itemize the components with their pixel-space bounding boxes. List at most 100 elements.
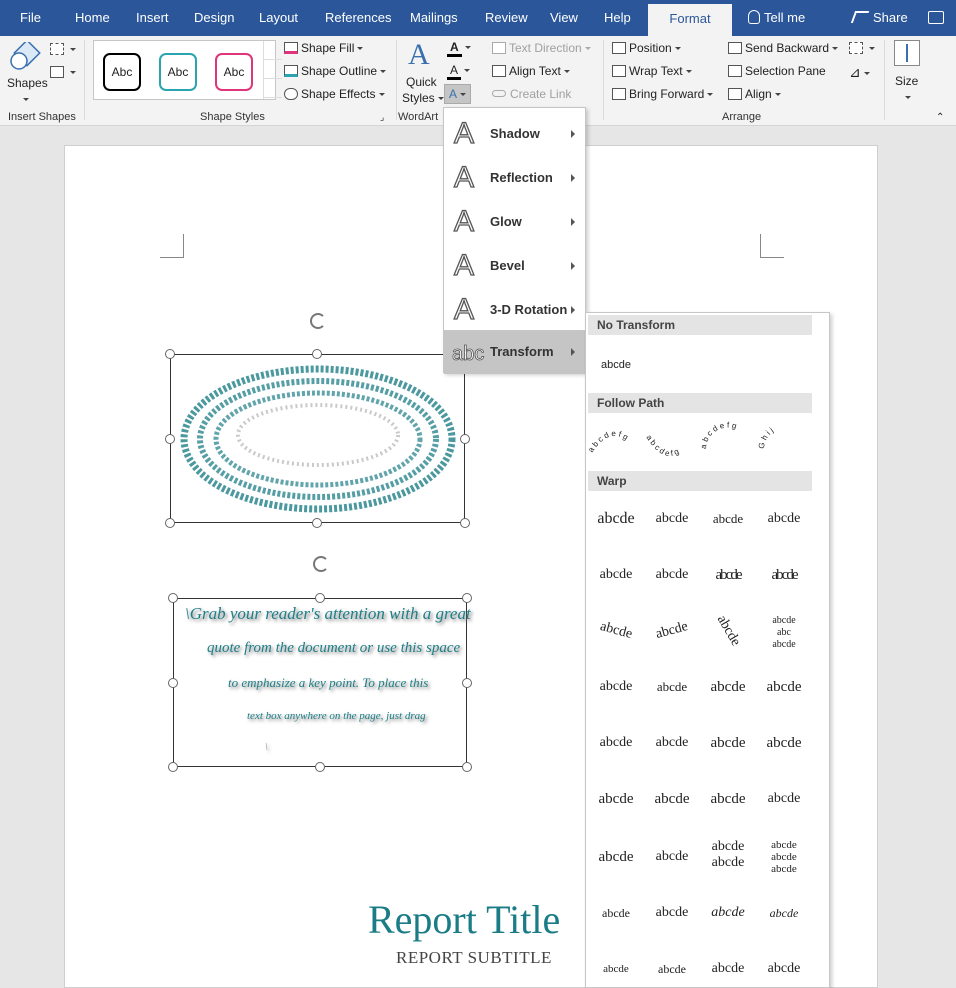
align-text-button[interactable]: Align Text (492, 64, 570, 78)
quick-label[interactable]: Quick (406, 75, 437, 89)
warp-option[interactable]: abcde (697, 597, 760, 665)
shape-style-1[interactable]: Abc (103, 53, 141, 91)
effects-reflection-item[interactable]: A Reflection (444, 156, 585, 200)
warp-option[interactable]: abcde (644, 555, 700, 595)
tab-design[interactable]: Design (194, 0, 234, 36)
warp-option[interactable]: abcde (700, 499, 756, 539)
follow-path-circle[interactable]: a b c d e f g (699, 420, 738, 449)
warp-option-stacked[interactable]: abcde abcde (700, 835, 756, 875)
tell-me-search[interactable]: Tell me (748, 0, 805, 36)
follow-path-arch-down[interactable]: a b c d e f g (644, 433, 680, 458)
quick-styles-icon[interactable]: A (408, 38, 430, 72)
tab-mailings[interactable]: Mailings (410, 0, 458, 36)
effects-3d-rotation-item[interactable]: A 3-D Rotation (444, 288, 585, 332)
warp-option[interactable]: abcde (588, 667, 644, 707)
warp-option[interactable]: abcde (644, 837, 700, 877)
gallery-scroll-down[interactable] (264, 60, 282, 79)
resize-handle[interactable] (460, 518, 470, 528)
shape-style-2[interactable]: Abc (159, 53, 197, 91)
warp-option[interactable]: abcde (756, 723, 812, 763)
warp-option[interactable]: abcde (588, 499, 644, 539)
resize-handle[interactable] (462, 762, 472, 772)
gallery-more[interactable] (264, 79, 282, 98)
warp-option[interactable]: abcde (640, 604, 704, 657)
resize-handle[interactable] (165, 349, 175, 359)
report-title[interactable]: Report Title (368, 896, 560, 943)
resize-handle[interactable] (312, 518, 322, 528)
shapes-label[interactable]: Shapes (7, 76, 48, 90)
warp-option[interactable]: abcde (756, 949, 812, 987)
warp-option[interactable]: abcde (644, 893, 700, 933)
tab-home[interactable]: Home (75, 0, 110, 36)
size-icon[interactable] (894, 40, 920, 66)
warp-option[interactable]: abcde (588, 949, 644, 987)
shapes-icon[interactable] (8, 42, 42, 72)
shape-style-3[interactable]: Abc (215, 53, 253, 91)
warp-option[interactable]: abcde (588, 723, 644, 763)
warp-option[interactable]: abcde (644, 779, 700, 819)
follow-path-button[interactable]: G h i j (757, 425, 775, 449)
resize-handle[interactable] (165, 434, 175, 444)
collapse-ribbon-icon[interactable]: ⌃ (936, 112, 944, 123)
warp-option[interactable]: abcde (588, 837, 644, 877)
text-outline-button[interactable]: A (447, 63, 471, 80)
rotate-handle[interactable] (310, 313, 326, 329)
warp-option[interactable]: abcde (756, 667, 812, 707)
create-link-button[interactable]: Create Link (492, 87, 571, 101)
warp-option[interactable]: abcde (644, 667, 700, 707)
resize-handle[interactable] (462, 678, 472, 688)
group-objects-button[interactable] (849, 41, 875, 55)
align-button[interactable]: Align (728, 87, 781, 101)
shapes-dropdown[interactable] (20, 92, 29, 106)
resize-handle[interactable] (312, 349, 322, 359)
tab-layout[interactable]: Layout (259, 0, 298, 36)
resize-handle[interactable] (315, 593, 325, 603)
warp-option[interactable]: abcde (756, 893, 812, 933)
rotate-button[interactable]: ⊿ (849, 64, 870, 81)
effects-transform-item[interactable]: abc Transform (444, 330, 585, 374)
text-fill-button[interactable]: A (447, 40, 471, 57)
send-backward-button[interactable]: Send Backward (728, 41, 839, 55)
tab-review[interactable]: Review (485, 0, 528, 36)
no-transform-option[interactable]: abcde (588, 345, 644, 385)
text-effects-button[interactable]: A (444, 84, 472, 104)
shape-outline-button[interactable]: Shape Outline (284, 64, 387, 78)
resize-handle[interactable] (460, 434, 470, 444)
effects-shadow-item[interactable]: A Shadow (444, 112, 585, 156)
text-box-icon[interactable] (50, 65, 76, 79)
wrap-text-button[interactable]: Wrap Text (612, 64, 692, 78)
resize-handle[interactable] (165, 518, 175, 528)
tab-file[interactable]: File (20, 0, 41, 36)
share-button[interactable]: Share (850, 0, 908, 36)
dialog-launcher-icon[interactable]: ⌟ (380, 112, 384, 123)
tab-format[interactable]: Format (648, 4, 732, 36)
warp-option[interactable]: abcde (588, 555, 644, 595)
resize-handle[interactable] (168, 762, 178, 772)
effects-bevel-item[interactable]: A Bevel (444, 244, 585, 288)
selection-pane-button[interactable]: Selection Pane (728, 64, 826, 78)
tab-help[interactable]: Help (604, 0, 631, 36)
warp-option[interactable]: abcde (700, 893, 756, 933)
warp-option-stacked[interactable]: abcde abc abcde (756, 611, 812, 651)
warp-option[interactable]: abcde (700, 667, 756, 707)
warp-option[interactable]: abcde (700, 555, 756, 595)
tab-view[interactable]: View (550, 0, 578, 36)
comment-icon[interactable] (928, 11, 944, 24)
warp-option[interactable]: abcde (644, 949, 700, 987)
tab-insert[interactable]: Insert (136, 0, 169, 36)
circular-wordart-shape[interactable] (170, 354, 465, 523)
warp-option-stacked[interactable]: abcde abcde abcde (756, 835, 812, 875)
rotate-handle[interactable] (313, 556, 329, 572)
shape-fill-button[interactable]: Shape Fill (284, 41, 364, 55)
report-subtitle[interactable]: REPORT SUBTITLE (396, 948, 552, 968)
position-button[interactable]: Position (612, 41, 681, 55)
warp-option[interactable]: abcde (586, 604, 648, 657)
warp-option[interactable]: abcde (700, 949, 756, 987)
follow-path-arch-up[interactable]: a b c d e f g (586, 429, 629, 454)
edit-shape-icon[interactable] (50, 42, 76, 56)
size-dropdown[interactable] (902, 90, 911, 104)
bring-forward-button[interactable]: Bring Forward (612, 87, 714, 101)
warp-option[interactable]: abcde (588, 779, 644, 819)
gallery-scroll-up[interactable] (264, 41, 282, 60)
warp-option[interactable]: abcde (756, 555, 812, 595)
